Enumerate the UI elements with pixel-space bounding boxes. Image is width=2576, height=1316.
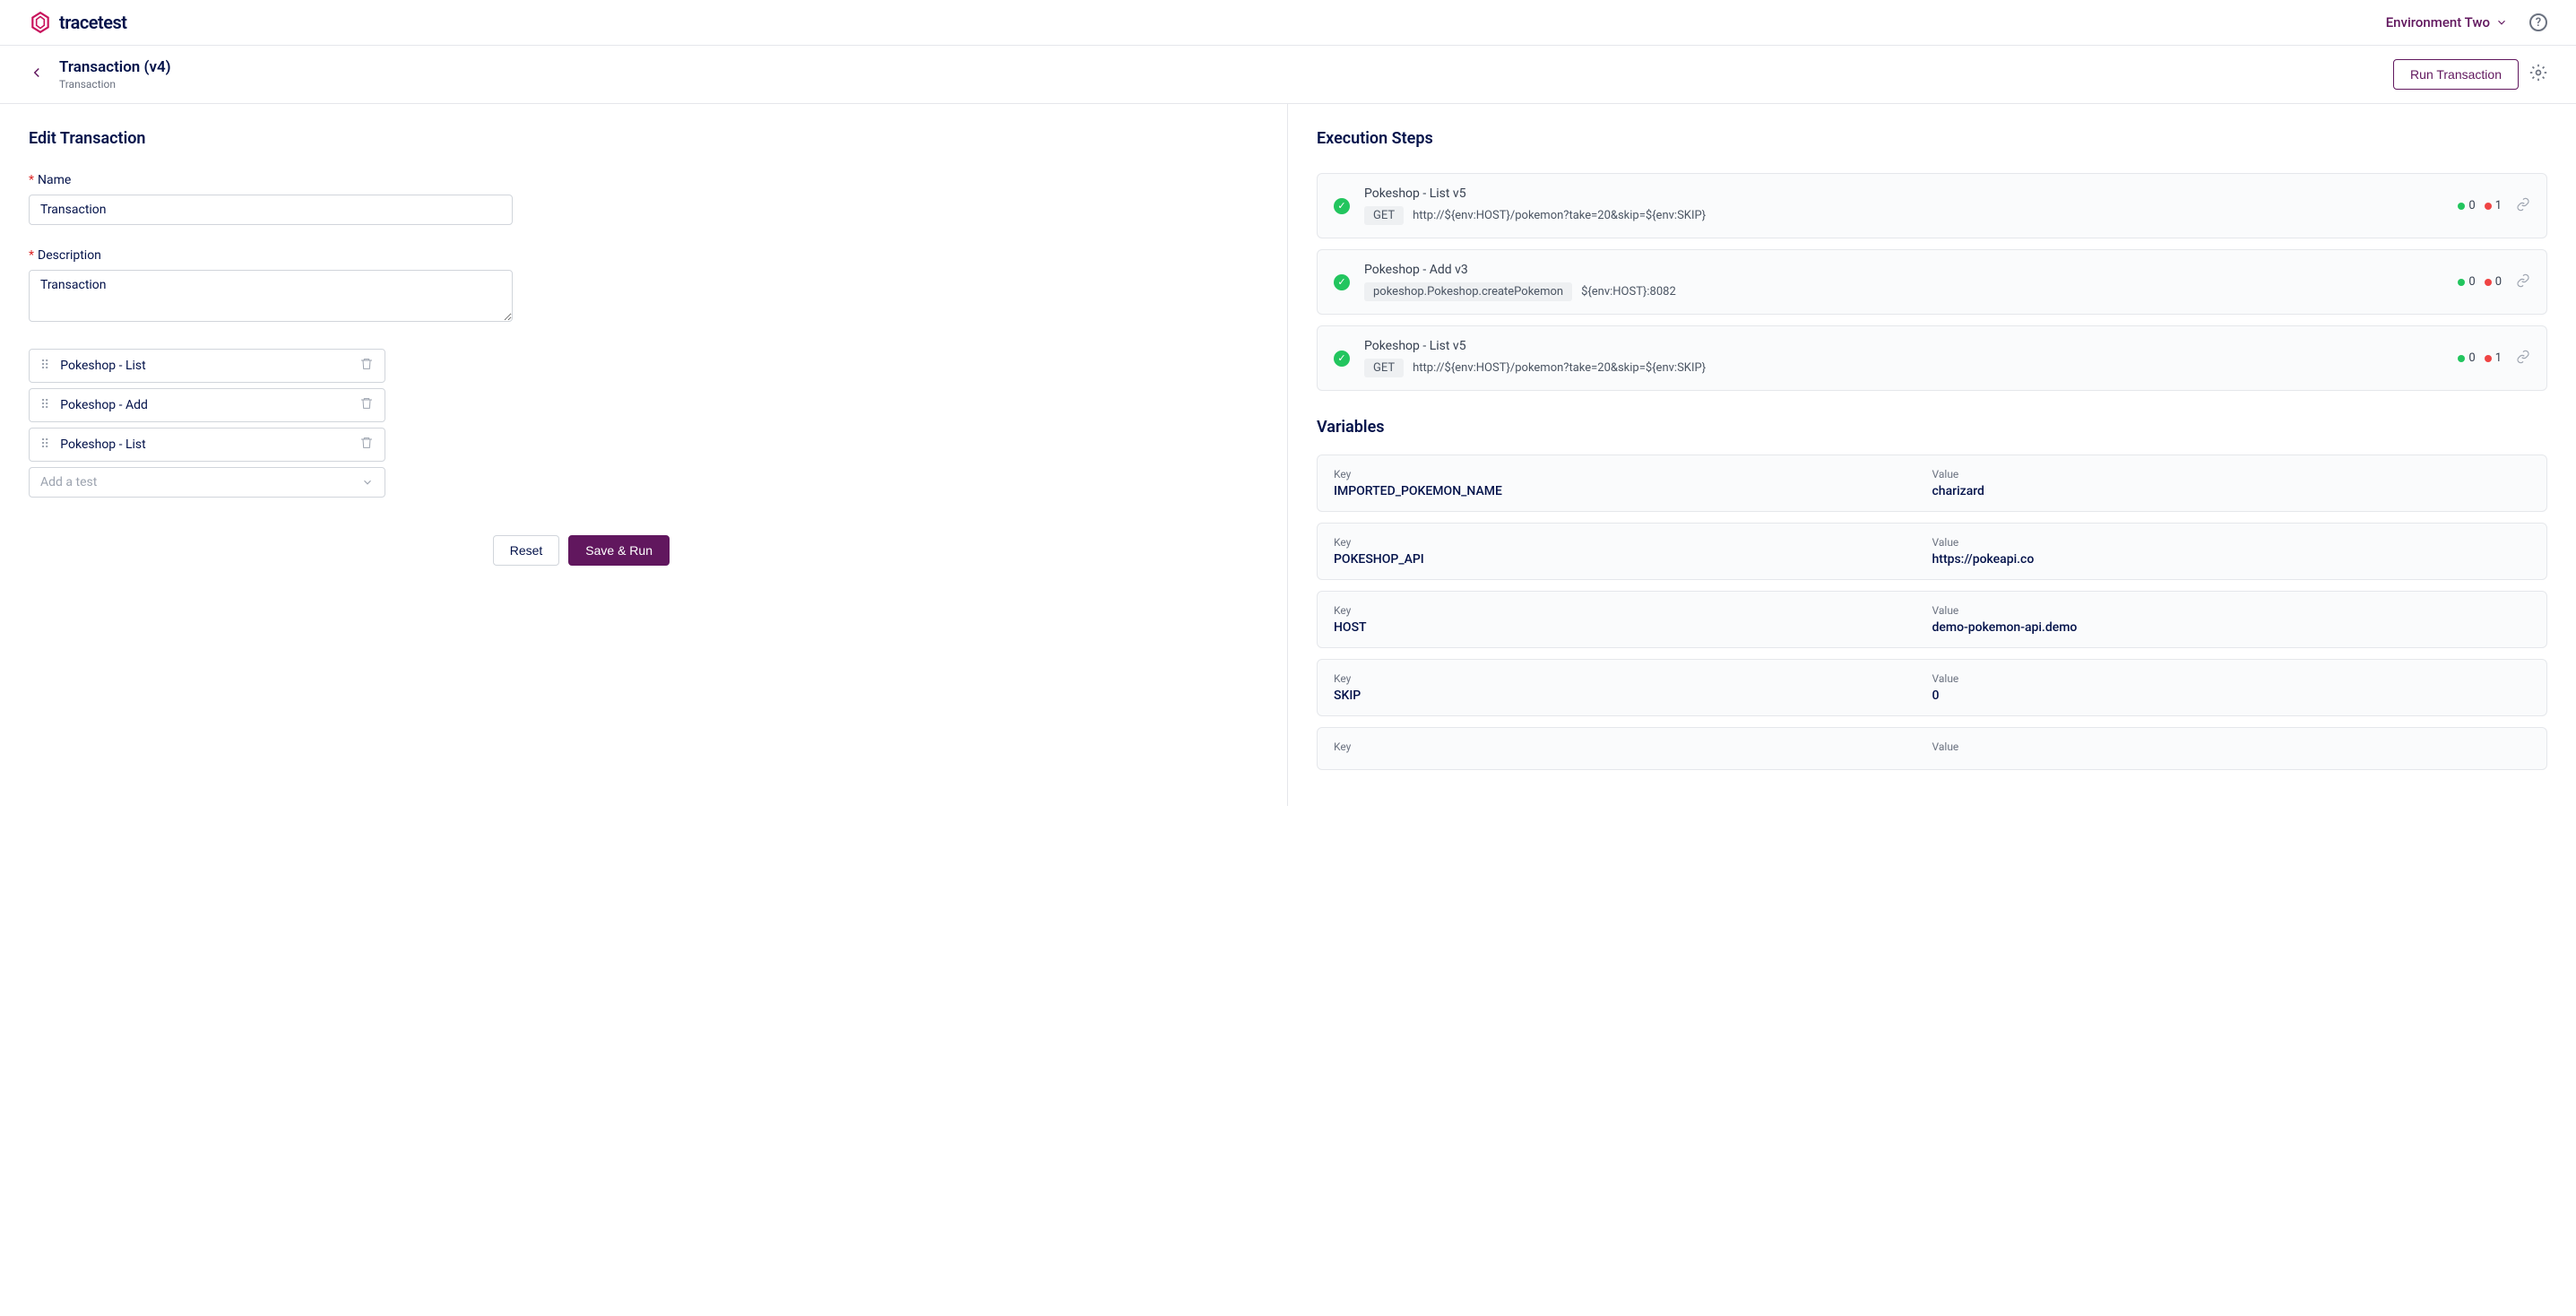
step-url: http://${env:HOST}/pokemon?take=20&skip=… <box>1413 209 1706 222</box>
variable-value-label: Value <box>1932 604 2531 617</box>
trash-icon <box>359 396 374 411</box>
execution-step[interactable]: ✓ Pokeshop - Add v3 pokeshop.Pokeshop.cr… <box>1317 249 2547 315</box>
test-item[interactable]: ⠿ Pokeshop - Add <box>29 388 385 422</box>
chevron-down-icon <box>2495 16 2508 29</box>
trash-icon <box>359 436 374 450</box>
test-item-name: Pokeshop - List <box>60 359 359 373</box>
settings-button[interactable] <box>2529 64 2547 85</box>
help-icon[interactable]: ? <box>2529 13 2547 31</box>
step-url: ${env:HOST}:8082 <box>1581 285 1676 299</box>
variable-key: SKIP <box>1334 688 1932 703</box>
variable-value-label: Value <box>1932 672 2531 685</box>
chevron-down-icon <box>361 476 374 489</box>
description-input[interactable]: Transaction <box>29 270 513 322</box>
drag-handle-icon[interactable]: ⠿ <box>40 398 48 412</box>
variable-row: Key IMPORTED_POKEMON_NAME Value charizar… <box>1317 455 2547 512</box>
variables-section-title: Variables <box>1317 418 2547 437</box>
variable-value: https://pokeapi.co <box>1932 552 2531 567</box>
back-button[interactable] <box>29 64 45 85</box>
drag-handle-icon[interactable]: ⠿ <box>40 437 48 452</box>
link-icon <box>2516 273 2530 288</box>
page-subtitle: Transaction <box>59 78 171 91</box>
link-icon <box>2516 350 2530 364</box>
variable-value-label: Value <box>1932 468 2531 481</box>
variable-key: HOST <box>1334 620 1932 635</box>
delete-test-button[interactable] <box>359 357 374 375</box>
variable-key-label: Key <box>1334 536 1932 549</box>
step-method: pokeshop.Pokeshop.createPokemon <box>1364 282 1572 301</box>
variable-value: demo-pokemon-api.demo <box>1932 620 2531 635</box>
variable-row: Key HOST Value demo-pokemon-api.demo <box>1317 591 2547 648</box>
name-label: *Name <box>29 173 1258 187</box>
execution-section-title: Execution Steps <box>1317 129 2547 148</box>
pass-count: 0 <box>2458 275 2475 289</box>
pass-count: 0 <box>2458 199 2475 212</box>
tracetest-icon <box>29 11 52 34</box>
variable-row: Key POKESHOP_API Value https://pokeapi.c… <box>1317 523 2547 580</box>
open-step-button[interactable] <box>2516 273 2530 291</box>
link-icon <box>2516 197 2530 212</box>
step-title: Pokeshop - List v5 <box>1364 186 2443 201</box>
environment-label: Environment Two <box>2386 14 2490 30</box>
variable-key-label: Key <box>1334 604 1932 617</box>
description-label: *Description <box>29 248 1258 263</box>
status-success-icon: ✓ <box>1334 198 1350 214</box>
step-url: http://${env:HOST}/pokemon?take=20&skip=… <box>1413 361 1706 375</box>
reset-button[interactable]: Reset <box>493 535 560 566</box>
variable-key-label: Key <box>1334 672 1932 685</box>
fail-count: 0 <box>2485 275 2502 289</box>
chevron-left-icon <box>29 65 45 81</box>
step-title: Pokeshop - Add v3 <box>1364 263 2443 277</box>
variable-row: Key Value <box>1317 727 2547 770</box>
edit-section-title: Edit Transaction <box>29 129 1258 148</box>
gear-icon <box>2529 64 2547 82</box>
test-item[interactable]: ⠿ Pokeshop - List <box>29 349 385 383</box>
brand-logo[interactable]: tracetest <box>29 11 127 34</box>
main-content: Edit Transaction *Name *Description Tran… <box>0 104 2576 806</box>
variable-key: POKESHOP_API <box>1334 552 1932 567</box>
step-method: GET <box>1364 359 1404 377</box>
environment-selector[interactable]: Environment Two <box>2386 14 2508 30</box>
drag-handle-icon[interactable]: ⠿ <box>40 359 48 373</box>
execution-step[interactable]: ✓ Pokeshop - List v5 GET http://${env:HO… <box>1317 173 2547 238</box>
variable-key-label: Key <box>1334 740 1932 753</box>
pass-count: 0 <box>2458 351 2475 365</box>
trash-icon <box>359 357 374 371</box>
open-step-button[interactable] <box>2516 350 2530 368</box>
variable-value: 0 <box>1932 688 2531 703</box>
step-title: Pokeshop - List v5 <box>1364 339 2443 353</box>
status-success-icon: ✓ <box>1334 351 1350 367</box>
open-step-button[interactable] <box>2516 197 2530 215</box>
name-input[interactable] <box>29 195 513 225</box>
app-header: tracetest Environment Two ? <box>0 0 2576 46</box>
edit-pane: Edit Transaction *Name *Description Tran… <box>0 104 1288 806</box>
fail-count: 1 <box>2485 351 2502 365</box>
variable-value: charizard <box>1932 484 2531 498</box>
delete-test-button[interactable] <box>359 396 374 414</box>
delete-test-button[interactable] <box>359 436 374 454</box>
step-method: GET <box>1364 206 1404 225</box>
results-pane: Execution Steps ✓ Pokeshop - List v5 GET… <box>1288 104 2576 806</box>
variable-value-label: Value <box>1932 740 2531 753</box>
test-list: ⠿ Pokeshop - List ⠿ Pokeshop - Add ⠿ Pok… <box>29 349 385 498</box>
variable-key: IMPORTED_POKEMON_NAME <box>1334 484 1932 498</box>
status-success-icon: ✓ <box>1334 274 1350 290</box>
run-transaction-button[interactable]: Run Transaction <box>2393 59 2519 90</box>
variable-key-label: Key <box>1334 468 1932 481</box>
brand-name: tracetest <box>59 12 127 33</box>
variable-row: Key SKIP Value 0 <box>1317 659 2547 716</box>
execution-step[interactable]: ✓ Pokeshop - List v5 GET http://${env:HO… <box>1317 325 2547 391</box>
add-test-select[interactable]: Add a test <box>29 467 385 498</box>
variable-value-label: Value <box>1932 536 2531 549</box>
page-subheader: Transaction (v4) Transaction Run Transac… <box>0 46 2576 104</box>
fail-count: 1 <box>2485 199 2502 212</box>
page-title: Transaction (v4) <box>59 58 171 76</box>
test-item-name: Pokeshop - List <box>60 437 359 452</box>
save-run-button[interactable]: Save & Run <box>568 535 670 566</box>
test-item-name: Pokeshop - Add <box>60 398 359 412</box>
test-item[interactable]: ⠿ Pokeshop - List <box>29 428 385 462</box>
add-test-placeholder: Add a test <box>40 475 97 489</box>
